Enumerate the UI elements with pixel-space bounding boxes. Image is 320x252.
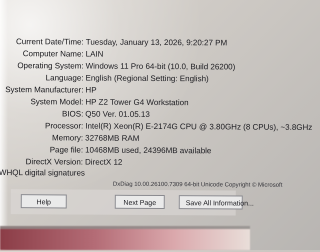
system-manufacturer-label: System Manufacturer: [5,85,84,95]
memory-row: Memory: 32768MB RAM [0,132,259,145]
bios-row: BIOS: Q50 Ver. 01.05.13 [0,108,259,121]
processor-row: Processor: Intel(R) Xeon(R) E-2174G CPU … [0,120,312,133]
dxdiag-system-information-dialog: Current Date/Time: Tuesday, January 13, … [0,0,312,252]
language-value: English (Regional Setting: English) [85,73,209,84]
dxdiag-copyright-text: DxDiag 10.00.26100.7309 64-bit Unicode C… [112,181,283,189]
page-file-value: 10468MB used, 24396MB available [85,145,212,156]
computer-name-value: LAIN [85,49,104,59]
computer-name-label: Computer Name: [22,49,84,59]
whql-digital-signatures-check[interactable]: WHQL digital signatures [0,167,85,179]
monitor-bezel-bottom [0,226,250,250]
language-row: Language: English (Regional Setting: Eng… [0,72,260,85]
page-file-label: Page file: [49,145,84,155]
processor-value: Intel(R) Xeon(R) E-2174G CPU @ 3.80GHz (… [85,121,313,132]
current-date-time-row: Current Date/Time: Tuesday, January 13, … [0,36,260,49]
memory-label: Memory: [52,133,84,143]
operating-system-value: Windows 11 Pro 64-bit (10.0, Build 26200… [85,61,236,72]
current-date-time-label: Current Date/Time: [15,37,84,47]
directx-version-label: DirectX Version: [25,157,84,167]
bios-value: Q50 Ver. 01.05.13 [85,109,150,119]
memory-value: 32768MB RAM [85,133,140,143]
directx-version-value: DirectX 12 [84,157,123,167]
operating-system-label: Operating System: [17,61,84,71]
help-button[interactable]: Help [20,194,67,209]
current-date-time-value: Tuesday, January 13, 2026, 9:20:27 PM [85,37,228,48]
page-file-row: Page file: 10468MB used, 24396MB availab… [0,144,259,157]
operating-system-row: Operating System: Windows 11 Pro 64-bit … [0,60,260,73]
system-manufacturer-row: System Manufacturer: HP [0,84,259,97]
computer-name-row: Computer Name: LAIN [0,48,260,61]
bios-label: BIOS: [61,109,84,119]
save-all-information-button[interactable]: Save All Information... [178,195,254,210]
language-label: Language: [45,73,84,83]
system-model-value: HP Z2 Tower G4 Workstation [85,97,189,108]
system-manufacturer-value: HP [85,85,97,95]
system-model-label: System Model: [30,97,84,107]
processor-label: Processor: [44,121,84,131]
system-model-row: System Model: HP Z2 Tower G4 Workstation [0,96,259,109]
next-page-button[interactable]: Next Page [114,194,165,210]
